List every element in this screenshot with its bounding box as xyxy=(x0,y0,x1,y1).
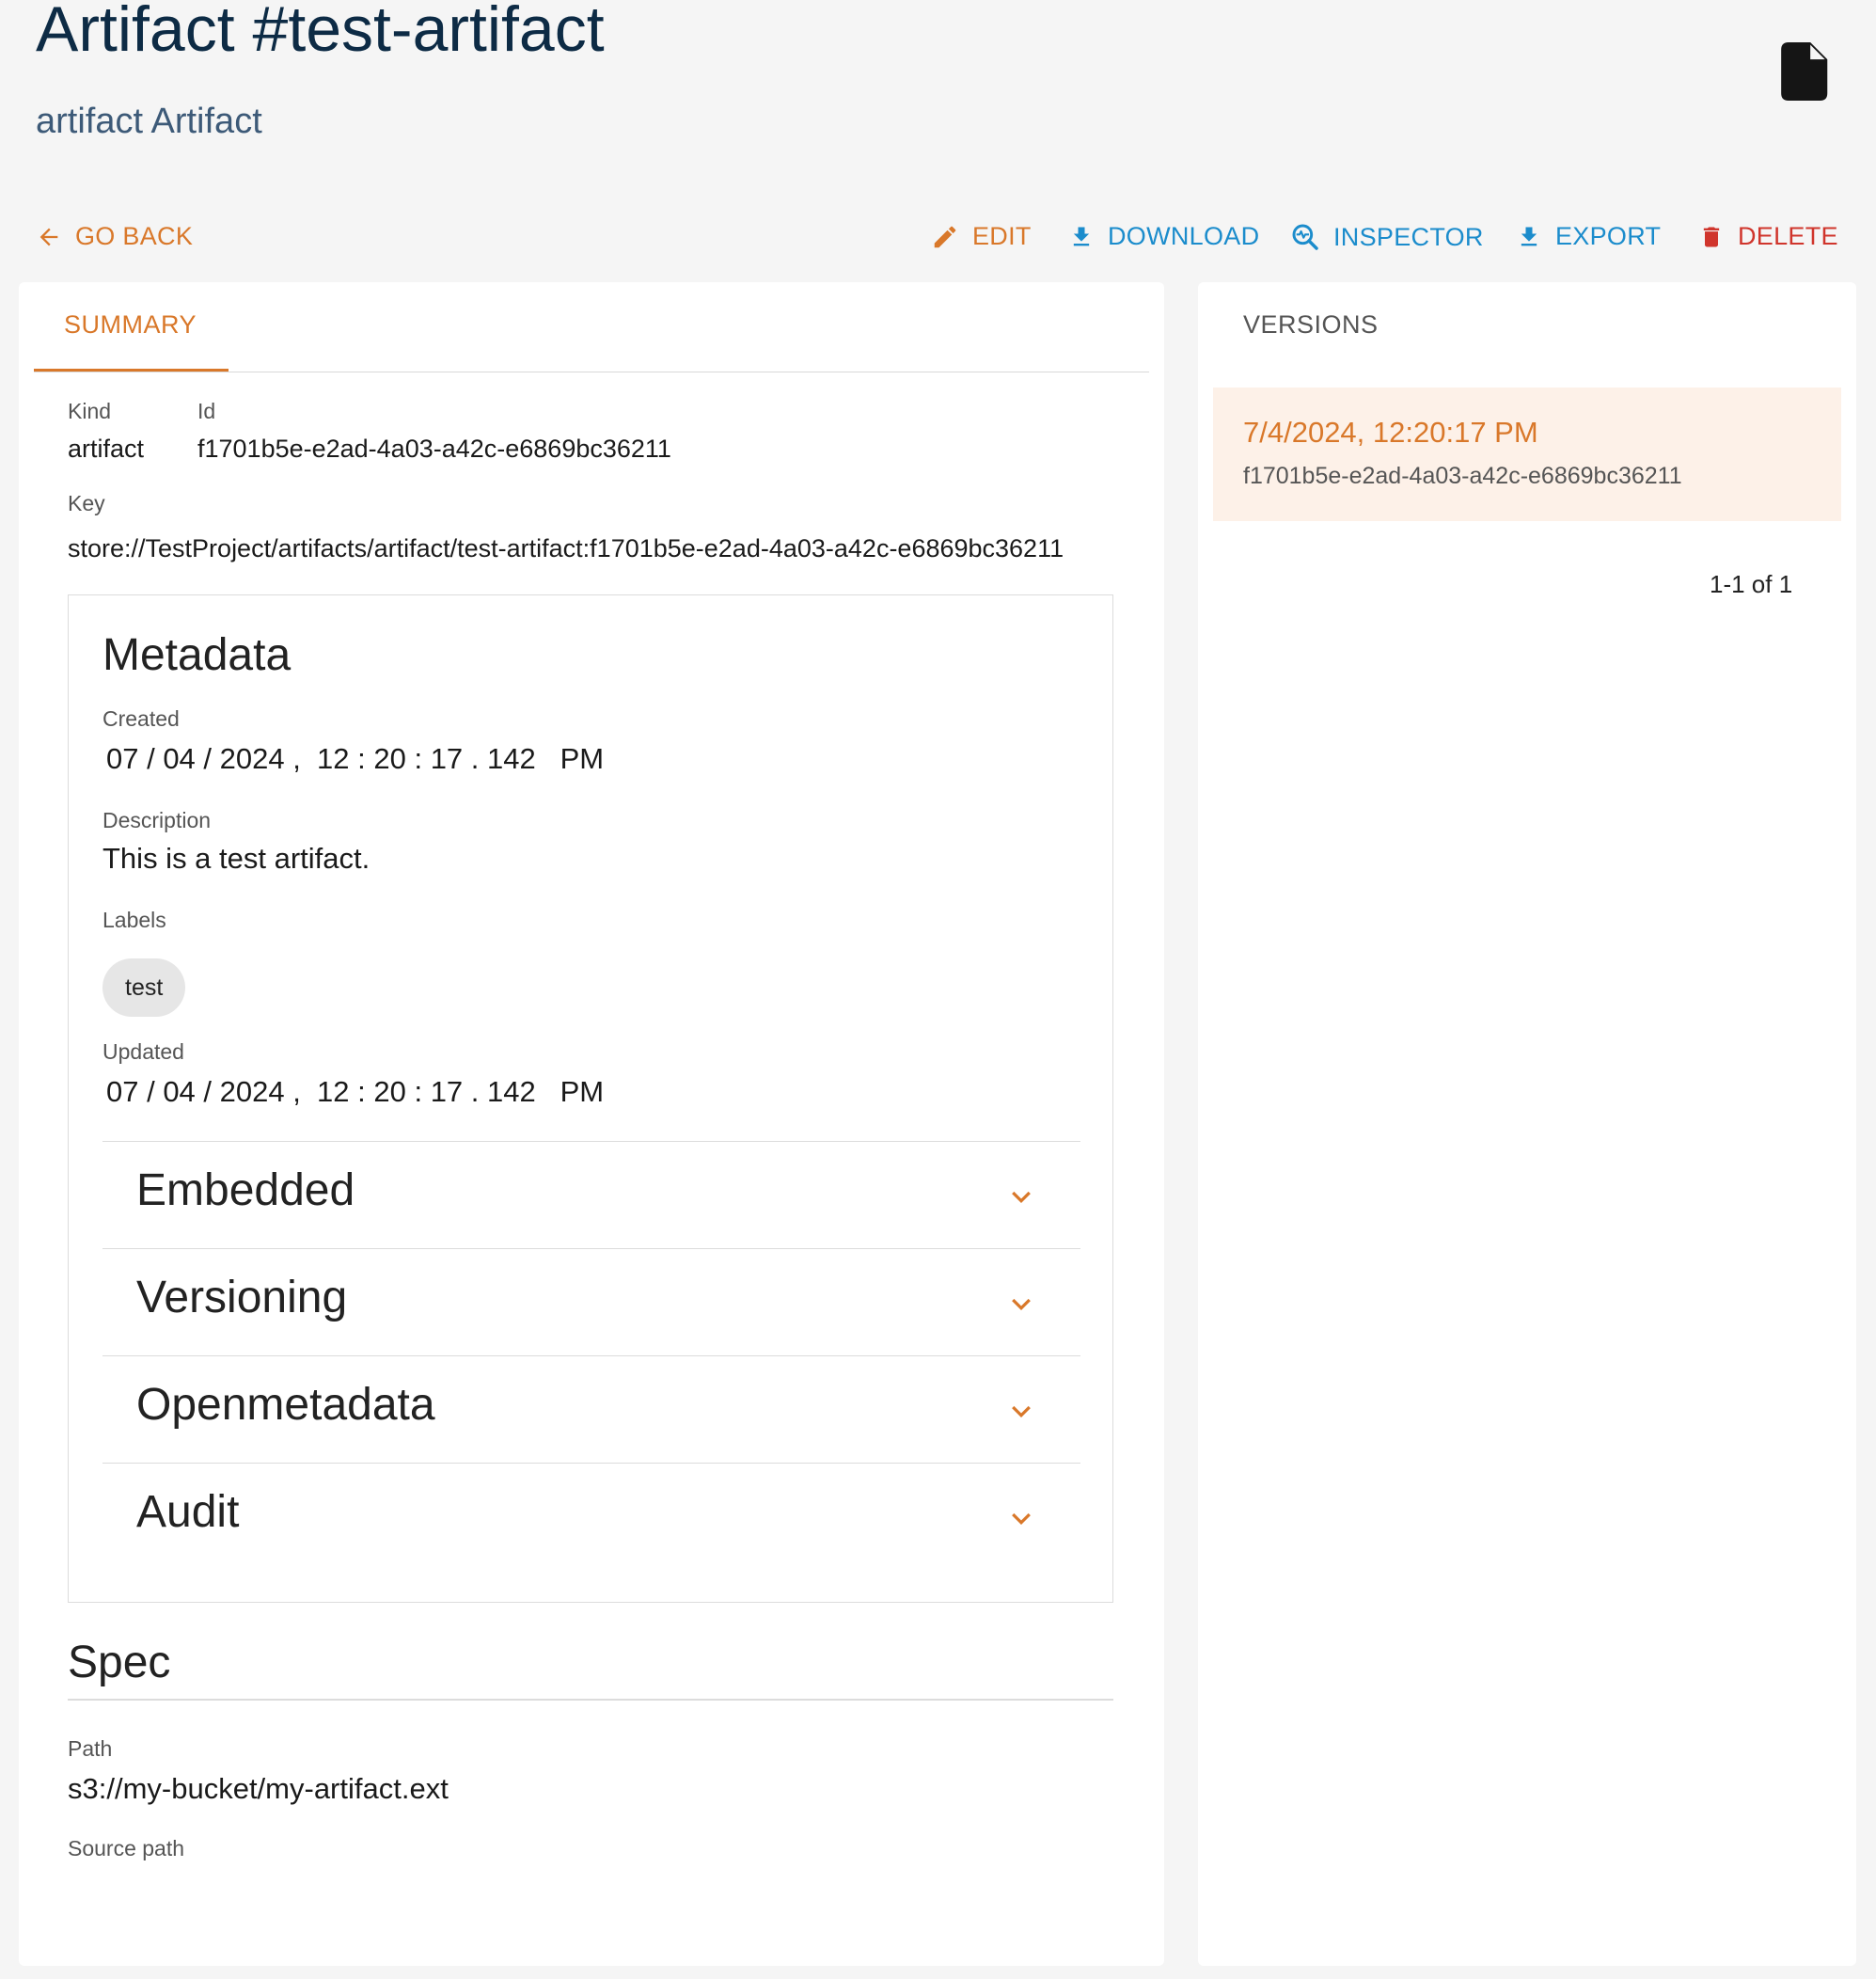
accordion-title: Openmetadata xyxy=(136,1380,435,1430)
accordion-title: Versioning xyxy=(136,1273,348,1322)
delete-label: DELETE xyxy=(1738,222,1838,250)
id-label: Id xyxy=(197,399,216,423)
trash-icon xyxy=(1703,227,1720,246)
export-button[interactable]: EXPORT xyxy=(1516,222,1661,251)
chevron-down-icon xyxy=(1012,1405,1031,1418)
description-value: This is a test artifact. xyxy=(102,842,370,875)
spec-divider xyxy=(68,1699,1113,1701)
chevron-down-icon xyxy=(1012,1298,1031,1311)
delete-button[interactable]: DELETE xyxy=(1698,222,1838,251)
created-value: 07 / 04 / 2024 , 12 : 20 : 17 . 142 PM xyxy=(106,742,605,775)
edit-button[interactable]: EDIT xyxy=(931,222,1032,251)
arrow-left-icon xyxy=(39,228,58,245)
go-back-button[interactable]: GO BACK xyxy=(36,222,193,251)
accordion-openmetadata[interactable]: Openmetadata xyxy=(102,1355,1080,1463)
inspector-label: INSPECTOR xyxy=(1333,222,1484,251)
description-label: Description xyxy=(102,808,212,832)
chevron-down-icon xyxy=(1012,1512,1031,1526)
updated-label: Updated xyxy=(102,1039,184,1064)
export-label: EXPORT xyxy=(1555,222,1662,250)
key-label: Key xyxy=(68,491,105,515)
accordion-title: Audit xyxy=(136,1487,240,1537)
version-date: 7/4/2024, 12:20:17 PM xyxy=(1243,416,1538,449)
created-label: Created xyxy=(102,706,180,731)
inspector-button[interactable]: INSPECTOR xyxy=(1290,222,1484,252)
metadata-panel: Metadata Created 07 / 04 / 2024 , 12 : 2… xyxy=(68,594,1113,1603)
updated-value: 07 / 04 / 2024 , 12 : 20 : 17 . 142 PM xyxy=(106,1075,605,1108)
source-path-label: Source path xyxy=(68,1836,185,1860)
metadata-heading: Metadata xyxy=(102,630,292,680)
kind-value: artifact xyxy=(68,435,145,463)
download-icon xyxy=(1073,227,1090,245)
accordion-audit[interactable]: Audit xyxy=(102,1463,1080,1570)
download-label: DOWNLOAD xyxy=(1108,222,1260,250)
accordion-title: Embedded xyxy=(136,1165,355,1215)
key-value: store://TestProject/artifacts/artifact/t… xyxy=(68,534,1064,562)
edit-label: EDIT xyxy=(972,222,1032,250)
id-value: f1701b5e-e2ad-4a03-a42c-e6869bc36211 xyxy=(197,435,671,463)
export-icon xyxy=(1521,227,1537,245)
go-back-label: GO BACK xyxy=(75,222,194,250)
version-id: f1701b5e-e2ad-4a03-a42c-e6869bc36211 xyxy=(1243,463,1682,489)
accordion-versioning[interactable]: Versioning xyxy=(102,1248,1080,1355)
accordion-embedded[interactable]: Embedded xyxy=(102,1141,1080,1248)
file-icon xyxy=(1779,42,1832,101)
path-label: Path xyxy=(68,1736,113,1761)
versions-card: VERSIONS 7/4/2024, 12:20:17 PM f1701b5e-… xyxy=(1198,282,1856,1966)
path-value: s3://my-bucket/my-artifact.ext xyxy=(68,1772,449,1805)
inspector-icon xyxy=(1292,224,1318,250)
labels-label: Labels xyxy=(102,908,166,932)
version-item[interactable]: 7/4/2024, 12:20:17 PM f1701b5e-e2ad-4a03… xyxy=(1213,388,1841,521)
kind-label: Kind xyxy=(68,399,112,423)
page-title: Artifact #test-artifact xyxy=(36,0,605,65)
summary-card: SUMMARY Kind artifact Id f1701b5e-e2ad-4… xyxy=(19,282,1164,1966)
chevron-down-icon xyxy=(1012,1191,1031,1204)
tab-summary[interactable]: SUMMARY xyxy=(64,310,197,340)
download-button[interactable]: DOWNLOAD xyxy=(1068,222,1259,251)
versions-heading: VERSIONS xyxy=(1243,310,1379,339)
pencil-icon xyxy=(934,226,956,247)
pagination-info: 1-1 of 1 xyxy=(1710,570,1793,598)
label-chip[interactable]: test xyxy=(102,958,186,1017)
page-subtitle: artifact Artifact xyxy=(36,102,262,141)
spec-heading: Spec xyxy=(68,1638,171,1687)
